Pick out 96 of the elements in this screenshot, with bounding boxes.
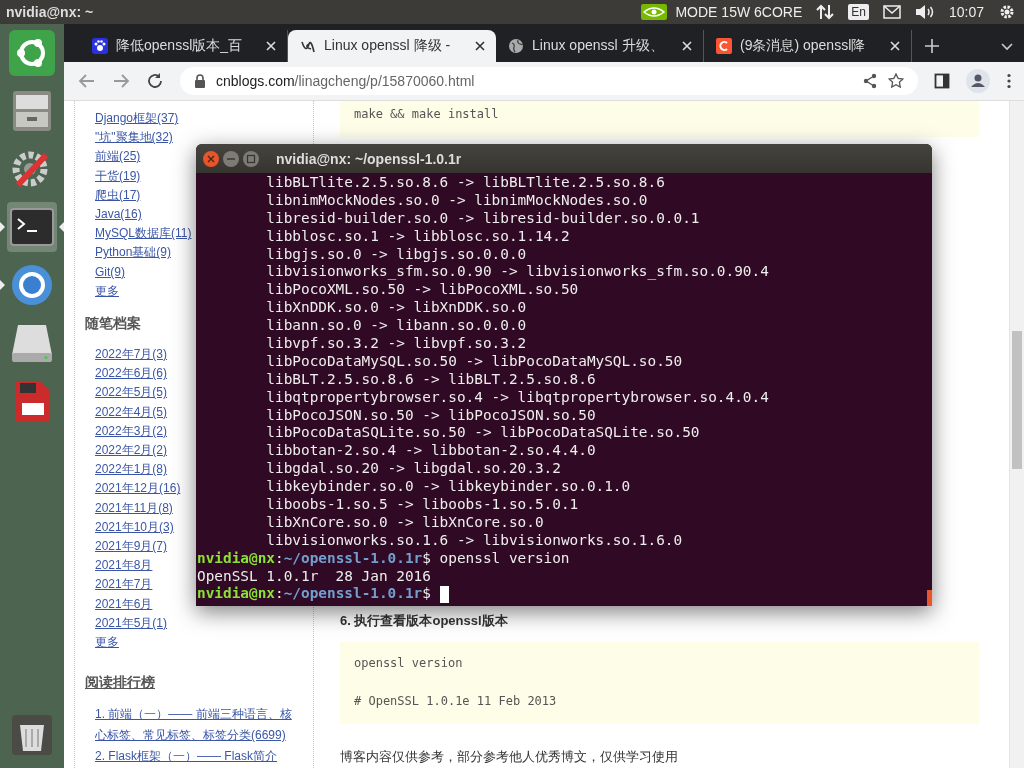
forward-icon[interactable]	[112, 73, 130, 89]
terminal-output: libXnCore.so.0 -> libXnCore.so.0	[265, 513, 544, 532]
back-icon[interactable]	[78, 73, 96, 89]
section-title: 阅读排行榜	[85, 674, 155, 693]
archive-link[interactable]: 2021年7月	[95, 575, 153, 595]
settings-icon[interactable]	[998, 3, 1016, 21]
network-arrows-icon[interactable]	[816, 4, 835, 20]
terminal-output: libgjs.so.0 -> libgjs.so.0.0.0	[265, 245, 527, 264]
url-text: cnblogs.com/linagcheng/p/15870060.html	[216, 73, 475, 89]
category-link[interactable]: 干货(19)	[95, 166, 141, 186]
archive-link[interactable]: 2022年3月(2)	[95, 421, 168, 442]
mail-icon[interactable]	[882, 5, 901, 19]
terminal-command: openssl version	[439, 549, 570, 568]
terminal-output: libkeybinder.so.0 -> libkeybinder.so.0.1.0	[265, 478, 631, 497]
terminal-output: libblosc.so.1 -> libblosc.so.1.14.2	[265, 227, 570, 246]
category-link[interactable]: 爬虫(17)	[95, 185, 141, 205]
text-cursor	[439, 585, 449, 603]
archive-link[interactable]: 2021年12月(16)	[95, 479, 181, 499]
archive-link[interactable]: 2022年2月(2)	[95, 441, 168, 461]
terminal-output: libvisionworks.so.1.6 -> libvisionworks.so.1.6.0	[265, 531, 683, 550]
archive-link[interactable]: 2022年1月(8)	[95, 460, 168, 480]
terminal-output: libXnDDK.so.0 -> libXnDDK.so.0	[265, 299, 527, 318]
terminal-output: libBLT.2.5.so.8.6 -> libBLT.2.5.so.8.6	[265, 370, 596, 389]
archive-link[interactable]: 2021年8月	[95, 556, 153, 576]
terminal-output: libnimMockNodes.so.0 -> libnimMockNodes.so.0	[265, 191, 648, 210]
new-tab-icon[interactable]	[924, 38, 940, 54]
terminal-output: libann.so.0 -> libann.so.0.0.0	[265, 317, 527, 336]
article-heading: 6. 执行查看版本openssl版本	[340, 612, 509, 630]
ranking-link[interactable]: 1. 前端（一）—— 前端三种语言、核心标签、常见标签、标签分类(6699)	[95, 704, 303, 747]
category-link[interactable]: 前端(25)	[95, 147, 141, 167]
terminal-output: libgdal.so.20 -> libgdal.so.20.3.2	[265, 460, 561, 479]
category-link[interactable]: Git(9)	[95, 262, 125, 282]
window-title: nvidia@nx: ~	[6, 4, 94, 20]
terminal-output: OpenSSL 1.0.1r 28 Jan 2016	[197, 567, 431, 586]
terminal-output: libresid-builder.so.0 -> libresid-builder.so.0.0.1	[265, 209, 700, 228]
terminal-output: libbotan-2.so.4 -> libbotan-2.so.4.4.0	[265, 442, 596, 461]
side-panel-icon[interactable]	[934, 73, 950, 89]
shell-prompt: nvidia@nx:~/openssl-1.0.1r$	[197, 585, 431, 604]
profile-icon[interactable]	[966, 69, 990, 93]
share-icon[interactable]	[862, 73, 878, 89]
code-line: # OpenSSL 1.0.1e 11 Feb 2013	[354, 694, 558, 708]
terminal-output: libPocoXML.so.50 -> libPocoXML.so.50	[265, 281, 579, 300]
paw-icon	[92, 38, 108, 54]
terminal-output: libPocoJSON.so.50 -> libPocoJSON.so.50	[265, 406, 596, 425]
terminal-output: libBLTlite.2.5.so.8.6 -> libBLTlite.2.5.so.8.6	[265, 174, 665, 192]
category-link[interactable]: Django框架(37)	[95, 109, 179, 129]
terminal-output: libvpf.so.3.2 -> libvpf.so.3.2	[265, 335, 527, 353]
lock-icon	[194, 74, 206, 88]
volume-icon[interactable]	[914, 4, 935, 20]
category-link[interactable]: MySQL数据库(11)	[95, 224, 192, 244]
archive-link[interactable]: 2021年6月	[95, 594, 153, 614]
globe-icon	[508, 38, 524, 54]
browser-tab[interactable]: Linux openssl 降级 -	[288, 30, 496, 62]
scrollbar[interactable]	[1009, 101, 1024, 768]
ranking-link[interactable]: 2. Flask框架（一）—— Flask简介	[95, 746, 277, 768]
archive-link[interactable]: 2022年4月(5)	[95, 402, 168, 422]
code-line: make && make install	[354, 107, 500, 121]
more-link[interactable]: 更多	[95, 281, 119, 302]
archive-link[interactable]: 2022年6月(6)	[95, 364, 168, 384]
star-icon[interactable]	[888, 73, 904, 89]
terminal-output: libPocoDataMySQL.so.50 -> libPocoDataMySQL.so.50	[265, 352, 683, 371]
archive-link[interactable]: 2022年5月(5)	[95, 383, 168, 403]
close-icon[interactable]	[474, 40, 486, 52]
maximize-icon[interactable]	[242, 149, 260, 168]
terminal-output: liboobs-1.so.5 -> liboobs-1.so.5.0.1	[265, 496, 579, 514]
keyboard-layout-indicator[interactable]: En	[848, 4, 869, 20]
category-link[interactable]: Java(16)	[95, 205, 142, 225]
category-link[interactable]: Python基础(9)	[95, 243, 172, 263]
launcher-item[interactable]	[7, 28, 57, 78]
archive-link[interactable]: 2021年11月(8)	[95, 498, 173, 518]
minimize-icon[interactable]	[222, 149, 240, 168]
archive-link[interactable]: 2021年9月(7)	[95, 537, 168, 557]
terminal-output: libPocoDataSQLite.so.50 -> libPocoDataSQLite.so.50	[265, 424, 700, 443]
terminal-scroll-indicator	[927, 590, 932, 606]
circle-of-friends-icon	[8, 29, 56, 77]
code-line: openssl version	[354, 656, 464, 670]
archive-link[interactable]: 2022年7月(3)	[95, 345, 168, 365]
c-logo-icon	[716, 38, 732, 54]
menu-icon[interactable]	[1006, 73, 1012, 89]
caret-icon[interactable]	[1000, 42, 1014, 52]
address-bar[interactable]: cnblogs.com/linagcheng/p/15870060.html	[180, 67, 918, 95]
clock[interactable]: 10:07	[948, 4, 984, 20]
archive-link[interactable]: 2021年10月(3)	[95, 517, 174, 538]
more-link[interactable]: 更多	[95, 633, 119, 653]
reload-icon[interactable]	[146, 72, 164, 90]
window-title: nvidia@nx: ~/openssl-1.0.1r	[276, 150, 462, 167]
scrollbar-thumb[interactable]	[1012, 331, 1022, 469]
shell-prompt: nvidia@nx:~/openssl-1.0.1r$	[197, 549, 431, 568]
category-link[interactable]: "坑"聚集地(32)	[95, 128, 173, 148]
section-title: 随笔档案	[85, 315, 141, 334]
power-mode-label[interactable]: MODE 15W 6CORE	[675, 4, 803, 20]
article-paragraph: 博客内容仅供参考，部分参考他人优秀博文，仅供学习使用	[340, 748, 679, 766]
archive-link[interactable]: 2021年5月(1)	[95, 613, 168, 634]
terminal-output: libqtpropertybrowser.so.4 -> libqtpropertybrowser.so.4.0.4	[265, 388, 769, 407]
terminal-output: libvisionworks_sfm.so.0.90 -> libvisionworks_sfm.so.0.90.4	[265, 263, 769, 282]
eye-logo-icon[interactable]	[641, 4, 668, 20]
